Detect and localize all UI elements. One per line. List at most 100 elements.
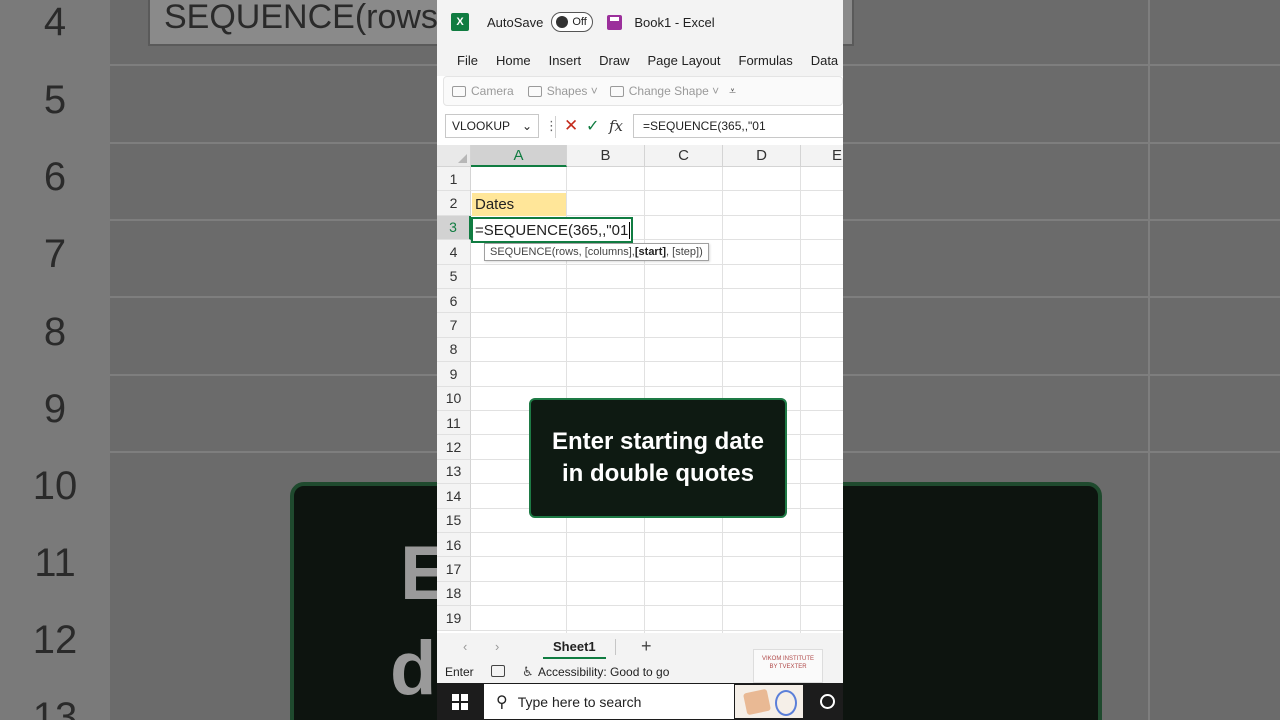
autosave-label: AutoSave — [487, 14, 544, 30]
bg-row-number: 4 — [43, 0, 67, 44]
customize-toolbar-icon[interactable]: ⩡ — [729, 84, 736, 99]
row-header-6[interactable]: 6 — [437, 289, 471, 314]
taskbar-search[interactable]: ⚲ Type here to search — [484, 684, 734, 719]
cell-edit-text: =SEQUENCE(365,,"01 — [475, 221, 629, 239]
row-header-19[interactable]: 19 — [437, 606, 471, 631]
gridline — [471, 580, 843, 582]
row-header-4[interactable]: 4 — [437, 240, 471, 265]
camera-icon — [452, 85, 466, 97]
bg-row-number: 7 — [43, 232, 67, 276]
row-header-7[interactable]: 7 — [437, 313, 471, 338]
tooltip-current-arg: [start] — [634, 246, 667, 258]
windows-start-icon[interactable] — [452, 694, 468, 710]
cell-a2[interactable]: Dates — [472, 193, 566, 216]
change-shape-button[interactable]: Change Shape ˅ — [609, 84, 720, 98]
gridline — [471, 263, 843, 265]
row-header-18[interactable]: 18 — [437, 581, 471, 607]
watermark-line: VIKOM INSTITUTE — [761, 656, 814, 662]
tab-insert[interactable]: Insert — [540, 53, 591, 68]
column-header-e[interactable]: E — [801, 145, 843, 167]
insert-function-icon[interactable]: fx — [609, 117, 623, 135]
active-cell-a3[interactable]: =SEQUENCE(365,,"01 — [471, 217, 633, 243]
function-tooltip[interactable]: SEQUENCE(rows, [columns], [start], [step… — [484, 243, 709, 261]
row-header-5[interactable]: 5 — [437, 264, 471, 289]
formula-input[interactable]: =SEQUENCE(365,,"01 — [633, 114, 843, 138]
cancel-icon[interactable]: ✕ — [564, 116, 578, 136]
bg-row-number: 8 — [43, 310, 67, 354]
toggle-knob — [556, 16, 569, 28]
name-box[interactable]: VLOOKUP ⌄ — [445, 114, 539, 138]
enter-check-icon[interactable]: ✓ — [586, 116, 599, 136]
text-cursor — [629, 221, 631, 239]
formula-bar: VLOOKUP ⌄ ⋮ ✕ ✓ fx =SEQUENCE(365,,"01 — [437, 114, 843, 140]
autosave-toggle[interactable]: Off — [551, 12, 594, 32]
name-box-value: VLOOKUP — [452, 119, 511, 133]
gridline — [471, 605, 843, 607]
gridline — [471, 336, 843, 338]
shapes-icon — [527, 85, 542, 97]
ribbon-tabs: File Home Insert Draw Page Layout Formul… — [437, 44, 843, 76]
tab-page-layout[interactable]: Page Layout — [639, 53, 730, 68]
tab-file[interactable]: File — [437, 53, 487, 68]
gridline — [471, 312, 843, 314]
row-header-16[interactable]: 16 — [437, 533, 471, 558]
save-icon[interactable] — [607, 14, 623, 30]
gridline — [471, 361, 843, 363]
accessibility-status[interactable]: Accessibility: Good to go — [538, 665, 669, 679]
column-header-a[interactable]: A — [471, 145, 567, 167]
tab-draw[interactable]: Draw — [590, 53, 638, 68]
row-header-2[interactable]: 2 — [437, 191, 471, 216]
sheet-tab-sheet1[interactable]: Sheet1 — [543, 635, 606, 659]
row-header-3[interactable]: 3 — [437, 215, 471, 241]
bg-gridline — [1148, 0, 1150, 720]
gridline — [471, 532, 843, 533]
excel-logo-icon: X — [451, 13, 469, 31]
row-header-8[interactable]: 8 — [437, 337, 471, 363]
sheet-tab-label: Sheet1 — [553, 638, 596, 654]
row-header-9[interactable]: 9 — [437, 362, 471, 387]
column-header-b[interactable]: B — [567, 145, 645, 167]
row-header-11[interactable]: 11 — [437, 411, 471, 436]
document-title: Book1 - Excel — [634, 14, 715, 30]
change-shape-icon — [609, 85, 624, 97]
tab-home[interactable]: Home — [487, 53, 540, 68]
search-placeholder: Type here to search — [517, 693, 642, 710]
shapes-button[interactable]: Shapes ˅ — [527, 84, 598, 98]
excel-window: X AutoSave Off Book1 - Excel File Home I… — [437, 0, 843, 720]
macro-record-icon[interactable] — [491, 665, 505, 677]
change-shape-label: Change Shape ˅ — [628, 84, 720, 98]
add-sheet-icon[interactable]: + — [641, 636, 652, 657]
bg-row-number: 10 — [32, 464, 78, 508]
next-sheet-icon[interactable]: › — [495, 639, 499, 654]
row-header-17[interactable]: 17 — [437, 557, 471, 582]
chevron-down-icon: ⌄ — [521, 119, 532, 133]
row-header-14[interactable]: 14 — [437, 484, 471, 509]
more-options-icon[interactable]: ⋮ — [545, 118, 558, 134]
camera-label: Camera — [471, 84, 514, 98]
row-header-15[interactable]: 15 — [437, 508, 471, 533]
prev-sheet-icon[interactable]: ‹ — [463, 639, 467, 654]
select-all-button[interactable] — [437, 145, 471, 167]
camera-button[interactable]: Camera — [452, 84, 514, 98]
tab-formulas[interactable]: Formulas — [730, 53, 802, 68]
cortana-icon[interactable] — [820, 694, 835, 709]
tab-data[interactable]: Data — [802, 53, 843, 68]
row-header-10[interactable]: 10 — [437, 386, 471, 411]
row-header-1[interactable]: 1 — [437, 167, 471, 192]
gridline — [800, 167, 801, 633]
taskbar-widget-icon[interactable] — [735, 685, 803, 718]
status-bar: Enter ♿ Accessibility: Good to go VIKOM … — [437, 649, 843, 683]
column-header-d[interactable]: D — [723, 145, 801, 167]
bg-row-number: 6 — [43, 155, 67, 199]
row-header-13[interactable]: 13 — [437, 459, 471, 485]
windows-taskbar: ⚲ Type here to search — [437, 683, 843, 720]
instruction-callout: Enter starting date in double quotes — [529, 398, 787, 518]
bg-row-number: 11 — [34, 541, 76, 585]
row-header-12[interactable]: 12 — [437, 435, 471, 460]
column-header-c[interactable]: C — [645, 145, 723, 167]
divider — [555, 116, 556, 138]
watermark-line: BY TVEXTER — [769, 664, 807, 670]
tooltip-suffix: , [step]) — [666, 246, 703, 258]
watermark-logo: VIKOM INSTITUTE BY TVEXTER — [753, 649, 823, 683]
gridline — [471, 288, 843, 289]
